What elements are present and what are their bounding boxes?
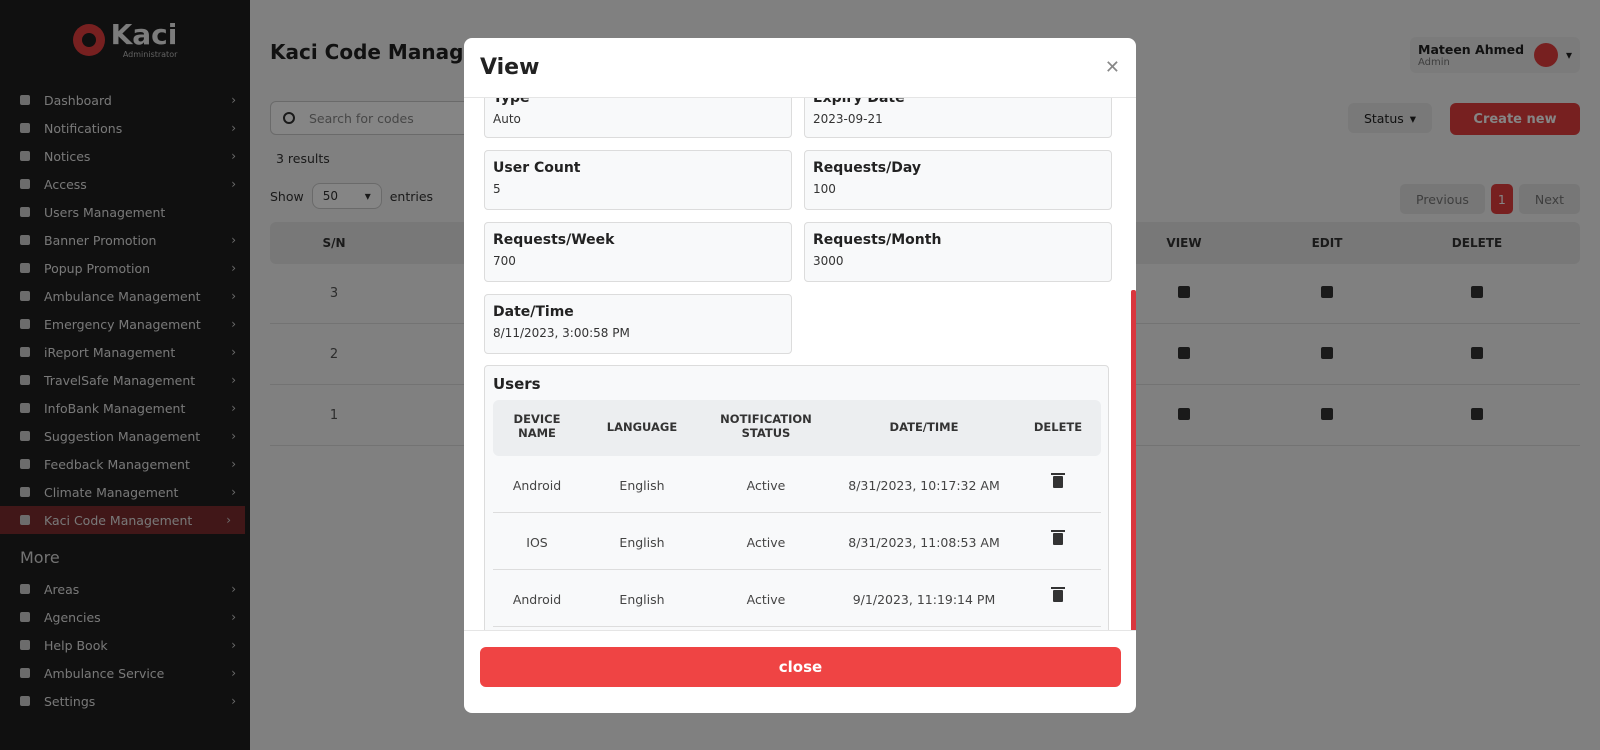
vertical-scrollbar[interactable] <box>1131 290 1136 630</box>
date-time: 9/1/2023, 11:19:14 PM <box>852 592 996 607</box>
view-modal: View ✕ Type Auto Expiry Date 2023-09-21 … <box>464 38 1136 713</box>
column-header-language: LANGUAGE <box>606 420 678 434</box>
field-type: Type Auto <box>484 98 792 138</box>
date-time: 8/31/2023, 10:17:32 AM <box>848 478 1000 493</box>
field-label: Requests/Week <box>493 232 615 248</box>
field-date-time: Date/Time 8/11/2023, 3:00:58 PM <box>484 294 792 354</box>
field-label: User Count <box>493 160 581 176</box>
column-header-date-time: DATE/TIME <box>889 420 959 434</box>
device-name: IOS <box>526 535 548 550</box>
close-button[interactable]: close <box>480 647 1121 687</box>
column-header-notification-status: NOTIFICATION STATUS <box>720 412 812 440</box>
column-header-device-name: DEVICE NAME <box>513 412 561 440</box>
field-value: 8/11/2023, 3:00:58 PM <box>493 326 630 340</box>
notification-status: Active <box>746 478 786 493</box>
modal-header: View ✕ <box>464 38 1136 98</box>
modal-title: View <box>480 55 540 80</box>
field-value: 5 <box>493 182 501 196</box>
field-label: Requests/Day <box>813 160 921 176</box>
language: English <box>619 478 665 493</box>
field-label: Type <box>493 98 530 106</box>
modal-footer: close <box>464 630 1136 713</box>
users-table-header: DEVICE NAME LANGUAGE NOTIFICATION STATUS… <box>493 400 1101 456</box>
close-icon[interactable]: ✕ <box>1105 57 1120 78</box>
field-value: Auto <box>493 112 521 126</box>
field-requests-month: Requests/Month 3000 <box>804 222 1112 282</box>
field-value: 3000 <box>813 254 844 268</box>
field-value: 2023-09-21 <box>813 112 883 126</box>
field-label: Requests/Month <box>813 232 942 248</box>
trash-icon[interactable] <box>1051 530 1065 545</box>
notification-status: Active <box>746 592 786 607</box>
language: English <box>619 535 665 550</box>
users-title: Users <box>493 375 541 393</box>
date-time: 8/31/2023, 11:08:53 AM <box>848 535 1000 550</box>
field-value: 100 <box>813 182 836 196</box>
users-section: Users DEVICE NAME LANGUAGE NOTIFICATION … <box>484 365 1109 630</box>
device-name: Android <box>512 592 562 607</box>
device-name: Android <box>512 478 562 493</box>
modal-body[interactable]: Type Auto Expiry Date 2023-09-21 User Co… <box>464 98 1136 630</box>
notification-status: Active <box>746 535 786 550</box>
users-table-row: IOS English Active 8/31/2023, 11:08:53 A… <box>493 513 1101 570</box>
field-user-count: User Count 5 <box>484 150 792 210</box>
column-header-delete: DELETE <box>1033 420 1083 434</box>
users-table-row: Android English Active 8/31/2023, 10:17:… <box>493 456 1101 513</box>
trash-icon[interactable] <box>1051 587 1065 602</box>
field-expiry-date: Expiry Date 2023-09-21 <box>804 98 1112 138</box>
field-requests-week: Requests/Week 700 <box>484 222 792 282</box>
field-value: 700 <box>493 254 516 268</box>
field-requests-day: Requests/Day 100 <box>804 150 1112 210</box>
trash-icon[interactable] <box>1051 473 1065 488</box>
field-label: Expiry Date <box>813 98 905 106</box>
users-table-row: Android English Active 9/1/2023, 11:19:1… <box>493 570 1101 627</box>
field-label: Date/Time <box>493 304 574 320</box>
language: English <box>619 592 665 607</box>
